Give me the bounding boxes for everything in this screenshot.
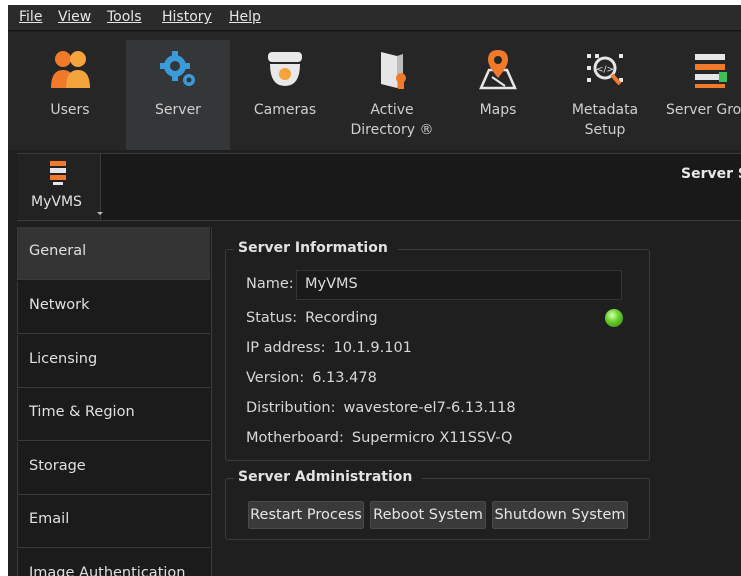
status-value: Recording <box>305 310 378 326</box>
toolbar-label: Maps <box>479 102 517 118</box>
menu-history[interactable]: History <box>162 9 212 25</box>
name-label: Name: <box>246 276 294 292</box>
metadata-icon: </> <box>553 48 657 92</box>
menu-bar: File View Tools History Help <box>8 5 741 31</box>
server-name-label: MyVMS <box>31 194 82 210</box>
sidebar-item-licensing[interactable]: Licensing <box>17 335 210 388</box>
toolbar-cameras-button[interactable]: Cameras <box>233 40 337 150</box>
distribution-value: wavestore-el7-6.13.118 <box>343 400 516 416</box>
sidebar-item-general[interactable]: General <box>17 227 210 280</box>
server-administration-group: Server Administration Restart Process Re… <box>225 469 650 540</box>
version-value: 6.13.478 <box>312 370 377 386</box>
sidebar-item-email[interactable]: Email <box>17 495 210 548</box>
server-name-value: MyVMS <box>305 276 358 292</box>
server-information-group: Server Information Name: MyVMS Status: Re… <box>225 240 650 461</box>
settings-sidebar: General Network Licensing Time & Region … <box>17 227 212 576</box>
toolbar-label: Cameras <box>253 102 317 118</box>
chevron-down-icon <box>97 212 103 215</box>
sidebar-item-image-authentication[interactable]: Image Authentication <box>17 549 210 576</box>
toolbar-label: Users <box>50 102 90 118</box>
restart-process-button[interactable]: Restart Process <box>248 501 364 529</box>
server-selector-bar: MyVMS Server Se <box>17 153 741 221</box>
ip-address-value: 10.1.9.101 <box>333 340 412 356</box>
toolbar-users-button[interactable]: Users <box>18 40 122 150</box>
toolbar-label: Server Gro <box>666 102 741 118</box>
motherboard-label: Motherboard: <box>246 430 344 446</box>
toolbar-server-groups-button[interactable]: Server Gro <box>660 40 741 150</box>
menu-view[interactable]: View <box>58 9 91 25</box>
name-row: Name: <box>246 276 294 292</box>
reboot-system-button[interactable]: Reboot System <box>370 501 486 529</box>
map-pin-icon <box>446 48 550 92</box>
sidebar-item-time-region[interactable]: Time & Region <box>17 388 210 441</box>
sidebar-item-network[interactable]: Network <box>17 281 210 334</box>
svg-text:</>: </> <box>596 65 614 75</box>
version-row: Version: 6.13.478 <box>246 370 377 386</box>
app-window: File View Tools History Help Users Serve… <box>8 5 741 576</box>
toolbar-active-directory-button[interactable]: Active Directory ® <box>340 40 444 150</box>
motherboard-row: Motherboard: Supermicro X11SSV-Q <box>246 430 512 446</box>
motherboard-value: Supermicro X11SSV-Q <box>351 430 513 446</box>
active-directory-icon <box>340 48 444 92</box>
server-name-field[interactable]: MyVMS <box>296 270 622 300</box>
server-administration-title: Server Administration <box>234 469 423 485</box>
status-indicator-icon <box>605 309 623 327</box>
status-row: Status: Recording <box>246 310 378 326</box>
server-groups-icon <box>660 48 741 92</box>
camera-dome-icon <box>233 48 337 92</box>
toolbar-server-button[interactable]: Server <box>126 40 230 150</box>
ip-address-row: IP address: 10.1.9.101 <box>246 340 412 356</box>
toolbar-label: Metadata Setup <box>571 102 639 138</box>
version-label: Version: <box>246 370 305 386</box>
ip-address-label: IP address: <box>246 340 326 356</box>
shutdown-system-button[interactable]: Shutdown System <box>492 501 628 529</box>
menu-file[interactable]: File <box>19 9 42 25</box>
toolbar-label: Server <box>155 102 201 118</box>
server-selector[interactable]: MyVMS <box>17 154 103 220</box>
server-information-title: Server Information <box>234 240 398 256</box>
server-rack-icon <box>49 160 67 190</box>
main-toolbar: Users Server Cameras Active Directory ® … <box>8 32 741 150</box>
status-label: Status: <box>246 310 298 326</box>
distribution-row: Distribution: wavestore-el7-6.13.118 <box>246 400 516 416</box>
sidebar-item-storage[interactable]: Storage <box>17 442 210 495</box>
server-gear-icon <box>126 48 230 92</box>
distribution-label: Distribution: <box>246 400 336 416</box>
users-icon <box>18 48 122 92</box>
toolbar-label: Active Directory ® <box>350 102 434 138</box>
menu-help[interactable]: Help <box>229 9 261 25</box>
toolbar-maps-button[interactable]: Maps <box>446 40 550 150</box>
toolbar-metadata-setup-button[interactable]: </> Metadata Setup <box>553 40 657 150</box>
page-title: Server Se <box>681 166 741 182</box>
menu-tools[interactable]: Tools <box>107 9 142 25</box>
